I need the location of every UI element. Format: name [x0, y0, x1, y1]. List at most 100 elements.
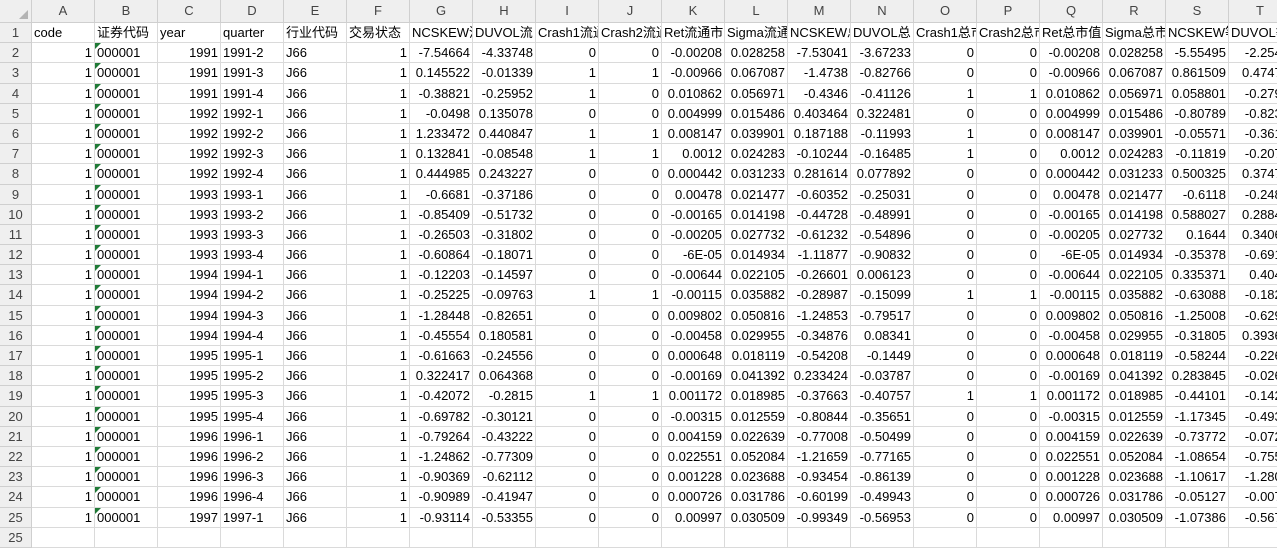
data-cell[interactable]: 1995-2 [221, 366, 284, 387]
data-cell[interactable]: 1 [32, 184, 95, 205]
data-cell[interactable]: 0.018985 [725, 386, 788, 407]
data-cell[interactable]: -1.28448 [410, 305, 473, 326]
data-cell[interactable]: 0.000442 [1040, 164, 1103, 185]
data-cell[interactable]: 0.132841 [410, 144, 473, 165]
data-cell[interactable]: -2.2548 [1229, 43, 1277, 64]
data-cell[interactable]: 0 [599, 224, 662, 246]
data-cell[interactable]: 1 [347, 467, 410, 488]
data-cell[interactable]: -5.55495 [1166, 43, 1229, 64]
data-cell[interactable]: -0.82651 [473, 305, 536, 326]
data-cell[interactable]: 0.041392 [725, 366, 788, 387]
data-cell[interactable]: 1995 [158, 346, 221, 367]
data-cell[interactable]: 1994 [158, 285, 221, 306]
data-cell[interactable]: -0.44101 [1166, 386, 1229, 407]
data-cell[interactable]: 0.004159 [662, 426, 725, 447]
data-cell[interactable]: -0.60199 [788, 487, 851, 508]
row-header[interactable]: 18 [0, 366, 32, 387]
data-cell[interactable]: -0.51732 [473, 204, 536, 225]
row-header[interactable]: 19 [0, 386, 32, 407]
data-cell[interactable]: 0.012559 [725, 406, 788, 427]
data-cell[interactable]: 0.018119 [725, 346, 788, 367]
data-cell[interactable]: 0.029955 [1103, 325, 1166, 346]
data-cell[interactable]: 0 [914, 446, 977, 468]
data-cell[interactable]: -0.6919 [1229, 245, 1277, 266]
data-cell[interactable]: -0.37186 [473, 184, 536, 205]
data-cell[interactable]: 0 [599, 305, 662, 326]
data-cell[interactable]: -0.54208 [788, 346, 851, 367]
data-cell[interactable]: -0.60864 [410, 245, 473, 266]
data-cell[interactable]: J66 [284, 265, 347, 286]
header-cell[interactable]: 证券代码 [95, 23, 158, 44]
data-cell[interactable]: 0.00997 [1040, 507, 1103, 528]
data-cell[interactable]: 1 [32, 43, 95, 64]
data-cell[interactable]: 0.022551 [662, 446, 725, 468]
row-header[interactable]: 11 [0, 224, 32, 246]
data-cell[interactable]: -0.31802 [473, 224, 536, 246]
data-cell[interactable]: 1 [347, 366, 410, 387]
data-cell[interactable]: -1.10617 [1166, 467, 1229, 488]
data-cell[interactable]: 000001 [95, 164, 158, 185]
data-cell[interactable]: 1992 [158, 144, 221, 165]
data-cell[interactable]: -0.86139 [851, 467, 914, 488]
data-cell[interactable]: 0.022105 [1103, 265, 1166, 286]
data-cell[interactable]: -0.79517 [851, 305, 914, 326]
data-cell[interactable]: 1 [32, 507, 95, 528]
data-cell[interactable]: -0.35378 [1166, 245, 1229, 266]
data-cell[interactable]: 000001 [95, 144, 158, 165]
data-cell[interactable]: 1 [536, 386, 599, 407]
data-cell[interactable]: -4.33748 [473, 43, 536, 64]
data-cell[interactable]: -0.2074 [1229, 144, 1277, 165]
data-cell[interactable]: J66 [284, 325, 347, 346]
data-cell[interactable]: 0.233424 [788, 366, 851, 387]
data-cell[interactable]: 0.028258 [1103, 43, 1166, 64]
header-cell[interactable]: DUVOL总 [851, 23, 914, 44]
data-cell[interactable]: 1 [347, 83, 410, 104]
data-cell[interactable]: J66 [284, 446, 347, 468]
data-cell[interactable]: 1993 [158, 245, 221, 266]
data-cell[interactable] [1229, 528, 1277, 548]
data-cell[interactable]: 1 [32, 467, 95, 488]
column-header-e[interactable]: E [284, 0, 347, 23]
row-header[interactable]: 23 [0, 467, 32, 488]
data-cell[interactable]: 0.035882 [1103, 285, 1166, 306]
data-cell[interactable]: 0 [536, 224, 599, 246]
data-cell[interactable]: -1.21659 [788, 446, 851, 468]
data-cell[interactable]: -0.2487 [1229, 185, 1277, 205]
data-cell[interactable]: 1992-4 [221, 164, 284, 185]
data-cell[interactable]: 0 [977, 204, 1040, 225]
data-cell[interactable]: 1 [599, 63, 662, 84]
data-cell[interactable]: -0.3615 [1229, 124, 1277, 145]
data-cell[interactable]: 0 [977, 406, 1040, 427]
data-cell[interactable]: 1 [347, 487, 410, 508]
data-cell[interactable]: 0 [599, 325, 662, 346]
row-header[interactable]: 24 [0, 487, 32, 508]
data-cell[interactable]: -0.77309 [473, 446, 536, 468]
data-cell[interactable]: -1.25008 [1166, 305, 1229, 326]
row-header[interactable]: 6 [0, 123, 32, 145]
data-cell[interactable]: 0 [977, 346, 1040, 367]
data-cell[interactable]: 0 [977, 184, 1040, 205]
data-cell[interactable]: -0.35651 [851, 406, 914, 427]
data-cell[interactable]: 0 [914, 103, 977, 124]
data-cell[interactable] [662, 527, 725, 548]
data-cell[interactable]: -0.79264 [410, 426, 473, 447]
header-cell[interactable]: Ret流通市 [662, 23, 725, 44]
data-cell[interactable]: 1995-3 [221, 386, 284, 407]
data-cell[interactable]: 1 [32, 164, 95, 185]
data-cell[interactable]: 0.012559 [1103, 406, 1166, 427]
data-cell[interactable]: -1.17345 [1166, 406, 1229, 427]
data-cell[interactable]: 0.000726 [1040, 487, 1103, 508]
data-cell[interactable]: 0.004159 [1040, 426, 1103, 447]
row-header[interactable]: 5 [0, 103, 32, 124]
data-cell[interactable]: -0.48991 [851, 204, 914, 225]
data-cell[interactable]: 000001 [95, 285, 158, 306]
data-cell[interactable]: 1992-2 [221, 123, 284, 145]
row-header[interactable]: 17 [0, 346, 32, 367]
row-header[interactable]: 1 [0, 23, 32, 44]
data-cell[interactable]: -0.4937 [1229, 407, 1277, 427]
data-cell[interactable]: 1994 [158, 265, 221, 286]
data-cell[interactable]: 1994 [158, 325, 221, 346]
data-cell[interactable]: 1996 [158, 487, 221, 508]
data-cell[interactable]: 0 [977, 103, 1040, 124]
data-cell[interactable]: -0.6294 [1229, 306, 1277, 326]
